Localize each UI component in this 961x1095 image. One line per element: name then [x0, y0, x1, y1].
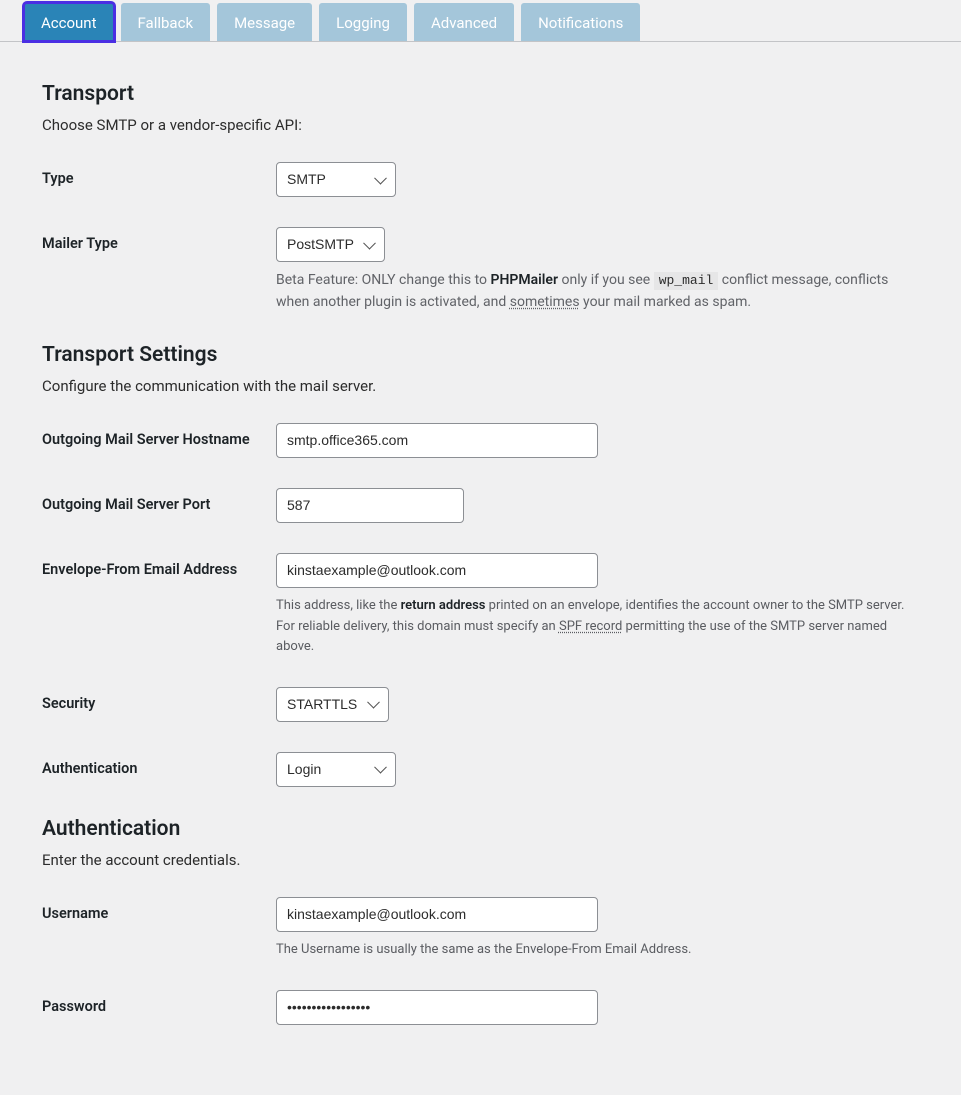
username-input[interactable]	[276, 897, 598, 932]
authentication-select[interactable]: Login	[276, 752, 396, 787]
tab-bar: Account Fallback Message Logging Advance…	[0, 0, 961, 42]
transport-heading: Transport	[42, 82, 919, 106]
row-authentication: Authentication Login	[42, 752, 919, 787]
envelope-help: This address, like the return address pr…	[276, 596, 916, 656]
mailer-type-label: Mailer Type	[42, 227, 276, 254]
authentication-label: Authentication	[42, 752, 276, 779]
authentication-heading: Authentication	[42, 817, 919, 841]
mailer-type-help: Beta Feature: ONLY change this to PHPMai…	[276, 270, 916, 313]
envelope-input[interactable]	[276, 553, 598, 588]
transport-settings-heading: Transport Settings	[42, 343, 919, 367]
row-username: Username The Username is usually the sam…	[42, 897, 919, 960]
settings-page: Account Fallback Message Logging Advance…	[0, 0, 961, 1095]
row-port: Outgoing Mail Server Port	[42, 488, 919, 523]
type-label: Type	[42, 162, 276, 189]
tab-message[interactable]: Message	[217, 3, 312, 41]
type-select[interactable]: SMTP	[276, 162, 396, 197]
tab-notifications[interactable]: Notifications	[521, 3, 640, 41]
row-type: Type SMTP	[42, 162, 919, 197]
envelope-label: Envelope-From Email Address	[42, 553, 276, 580]
row-envelope: Envelope-From Email Address This address…	[42, 553, 919, 656]
port-input[interactable]	[276, 488, 464, 523]
tab-content: Transport Choose SMTP or a vendor-specif…	[0, 42, 961, 1095]
username-help: The Username is usually the same as the …	[276, 940, 916, 960]
tab-logging[interactable]: Logging	[319, 3, 407, 41]
password-label: Password	[42, 990, 276, 1017]
row-password: Password	[42, 990, 919, 1025]
hostname-input[interactable]	[276, 423, 598, 458]
authentication-desc: Enter the account credentials.	[42, 851, 919, 869]
mailer-type-select[interactable]: PostSMTP	[276, 227, 385, 262]
security-label: Security	[42, 687, 276, 714]
transport-settings-desc: Configure the communication with the mai…	[42, 377, 919, 395]
port-label: Outgoing Mail Server Port	[42, 488, 276, 515]
username-label: Username	[42, 897, 276, 924]
row-security: Security STARTTLS	[42, 687, 919, 722]
tab-advanced[interactable]: Advanced	[414, 3, 514, 41]
transport-desc: Choose SMTP or a vendor-specific API:	[42, 116, 919, 134]
row-mailer-type: Mailer Type PostSMTP Beta Feature: ONLY …	[42, 227, 919, 313]
security-select[interactable]: STARTTLS	[276, 687, 389, 722]
row-hostname: Outgoing Mail Server Hostname	[42, 423, 919, 458]
hostname-label: Outgoing Mail Server Hostname	[42, 423, 276, 450]
tab-fallback[interactable]: Fallback	[121, 3, 211, 41]
password-input[interactable]	[276, 990, 598, 1025]
tab-account[interactable]: Account	[24, 3, 114, 41]
